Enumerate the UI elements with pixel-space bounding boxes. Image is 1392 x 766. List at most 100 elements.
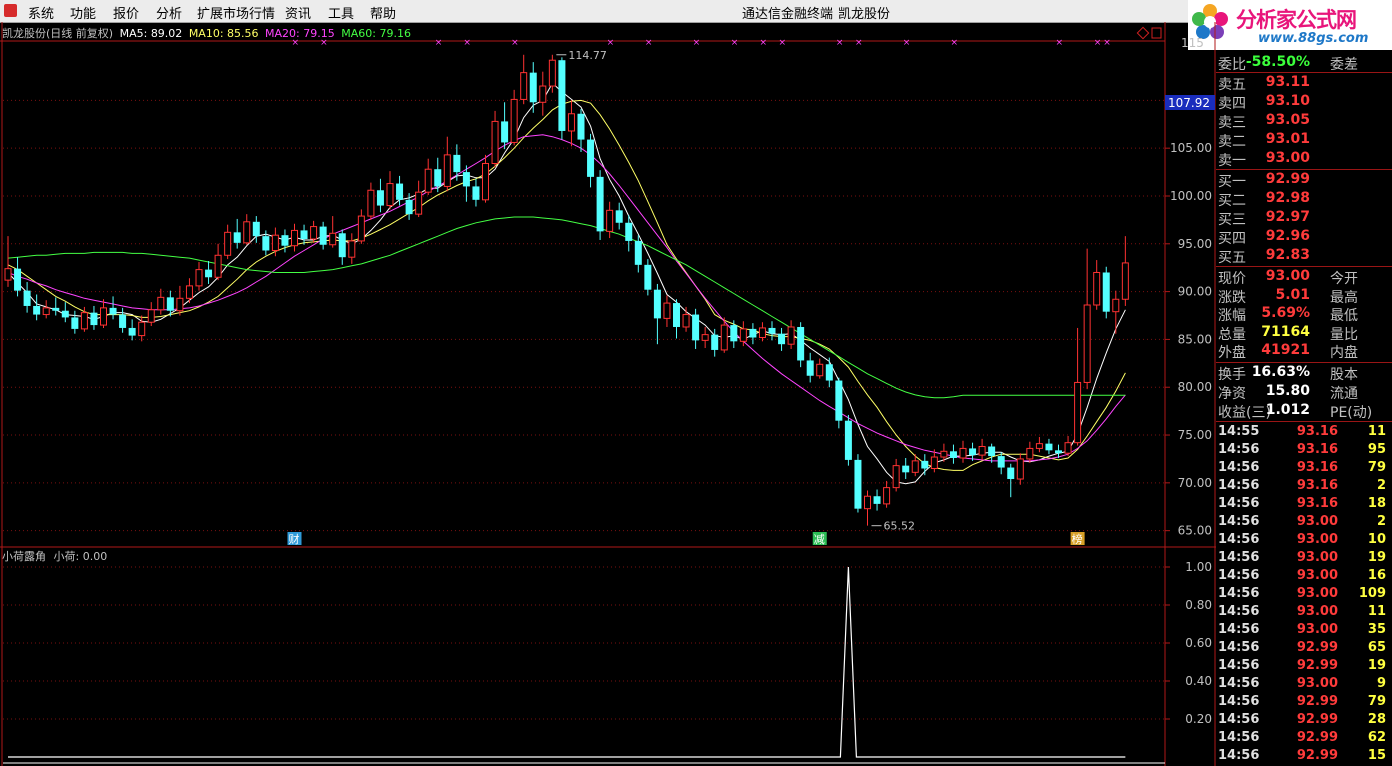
tick-time: 14:56: [1218, 532, 1260, 547]
candle-body-up: [758, 327, 766, 339]
stat-row: 外盘 41921 内盘: [1216, 342, 1392, 361]
stat2-value: 1.012: [1265, 402, 1310, 418]
candle-body-up: [930, 456, 938, 470]
tick-volume: 19: [1367, 658, 1386, 673]
candle-body-up: [1121, 262, 1129, 300]
tick-time: 14:56: [1218, 460, 1260, 475]
price-tick-label: 105.00: [1170, 141, 1212, 155]
candle-body-down: [749, 328, 757, 338]
ma5-value: 89.02: [150, 27, 183, 40]
stat-value: 41921: [1261, 342, 1310, 358]
signal-mark: ×: [759, 38, 767, 48]
stat2-value: 15.80: [1265, 383, 1310, 399]
signal-mark: ×: [607, 38, 615, 48]
indicator-tick-label: 0.20: [1185, 712, 1212, 726]
box-icon: [1151, 27, 1162, 39]
candle-body-down: [577, 113, 585, 140]
candle-body-down: [233, 232, 241, 243]
ma-line-ma20: [7, 134, 1126, 462]
quote-separator: [1216, 421, 1392, 422]
candle-body-up: [720, 324, 728, 351]
stat-right-label: 内盘: [1330, 345, 1358, 361]
menu-item-news[interactable]: 资讯: [285, 3, 311, 22]
tick-time: 14:55: [1218, 424, 1260, 439]
signal-mark: ×: [779, 38, 787, 48]
tick-price: 92.99: [1296, 694, 1338, 709]
candle-body-up: [911, 460, 919, 473]
stat2-row: 收益(三) 1.012 PE(动): [1216, 402, 1392, 421]
candle-body-down: [14, 268, 22, 291]
tick-time: 14:56: [1218, 604, 1260, 619]
ma-line-ma5: [7, 82, 1126, 485]
tick-row: 14:56 92.99 15: [1216, 748, 1392, 766]
menu-item-quote[interactable]: 报价: [113, 3, 139, 22]
tick-row: 14:56 93.00 11: [1216, 604, 1392, 622]
stat2-right-label: 流通: [1330, 386, 1358, 402]
candle-body-down: [873, 496, 881, 504]
app-logo-icon: [4, 4, 17, 17]
menu-item-system[interactable]: 系统: [28, 3, 54, 22]
candle-body-up: [491, 120, 499, 164]
tick-time: 14:56: [1218, 550, 1260, 565]
tick-price: 93.16: [1296, 460, 1338, 475]
candle-body-up: [682, 314, 690, 328]
candle-body-up: [443, 154, 451, 187]
candle-body-up: [138, 321, 146, 337]
tick-volume: 109: [1358, 586, 1386, 601]
candle-body-up: [185, 285, 193, 299]
candle-body-up: [4, 268, 12, 281]
indicator-header: 小荷露角 小荷: 0.00: [2, 548, 107, 564]
candle-body-down: [61, 310, 69, 318]
indicator-tick-label: 0.40: [1185, 674, 1212, 688]
tick-time: 14:56: [1218, 514, 1260, 529]
menu-item-tools[interactable]: 工具: [328, 3, 354, 22]
sell-row: 卖二 93.01: [1216, 131, 1392, 150]
ma20-value: 79.15: [303, 27, 335, 40]
menu-item-help[interactable]: 帮助: [370, 3, 396, 22]
price-tick-label: 80.00: [1178, 380, 1212, 394]
quote-separator: [1216, 266, 1392, 267]
candle-body-down: [205, 269, 213, 278]
buy-price: 92.83: [1265, 247, 1310, 263]
tick-price: 92.99: [1296, 712, 1338, 727]
candle-body-up: [1016, 458, 1024, 480]
candle-body-down: [673, 303, 680, 327]
candle-body-down: [949, 451, 957, 458]
tick-price: 93.16: [1296, 442, 1338, 457]
tick-price: 92.99: [1296, 730, 1338, 745]
menu-item-ext-market[interactable]: 扩展市场行情: [197, 3, 275, 22]
candle-body-up: [701, 334, 709, 341]
candle-body-up: [1093, 271, 1101, 306]
candle-body-up: [739, 328, 747, 342]
tick-time: 14:56: [1218, 712, 1260, 727]
kline-chart-area[interactable]: 110.00105.00100.0095.0090.0085.0080.0075…: [0, 22, 1216, 766]
candle-body-down: [730, 325, 738, 342]
tick-price: 93.00: [1296, 586, 1338, 601]
tick-volume: 2: [1376, 478, 1386, 493]
quote-separator: [1216, 362, 1392, 363]
stat2-label: 收益(三): [1218, 405, 1271, 421]
candle-body-down: [166, 297, 174, 311]
stat-right-label: 量比: [1330, 326, 1358, 343]
candle-body-down: [1102, 272, 1110, 312]
stat-row: 涨幅 5.69% 最低: [1216, 305, 1392, 324]
tick-price: 93.00: [1296, 676, 1338, 691]
menu-item-function[interactable]: 功能: [70, 3, 96, 22]
menu-item-analysis[interactable]: 分析: [156, 3, 182, 22]
tick-row: 14:56 93.00 109: [1216, 586, 1392, 604]
ma10-label: MA10: 85.56: [188, 27, 259, 40]
ma10-value: 85.56: [227, 27, 259, 40]
current-price-label: 107.92: [1168, 96, 1210, 110]
tick-time: 14:56: [1218, 640, 1260, 655]
tick-volume: 95: [1367, 442, 1386, 457]
stat2-right-label: PE(动): [1330, 405, 1373, 421]
candle-body-up: [959, 447, 967, 459]
indicator-line: [8, 566, 1126, 758]
min-price-label: 65.52: [884, 520, 916, 533]
indicator-tick-label: 0.80: [1185, 598, 1212, 612]
candle-body-down: [615, 210, 623, 223]
candle-body-down: [653, 289, 661, 319]
candle-body-down: [778, 333, 786, 345]
stat-value: 93.00: [1265, 268, 1310, 284]
tick-volume: 19: [1367, 550, 1386, 565]
